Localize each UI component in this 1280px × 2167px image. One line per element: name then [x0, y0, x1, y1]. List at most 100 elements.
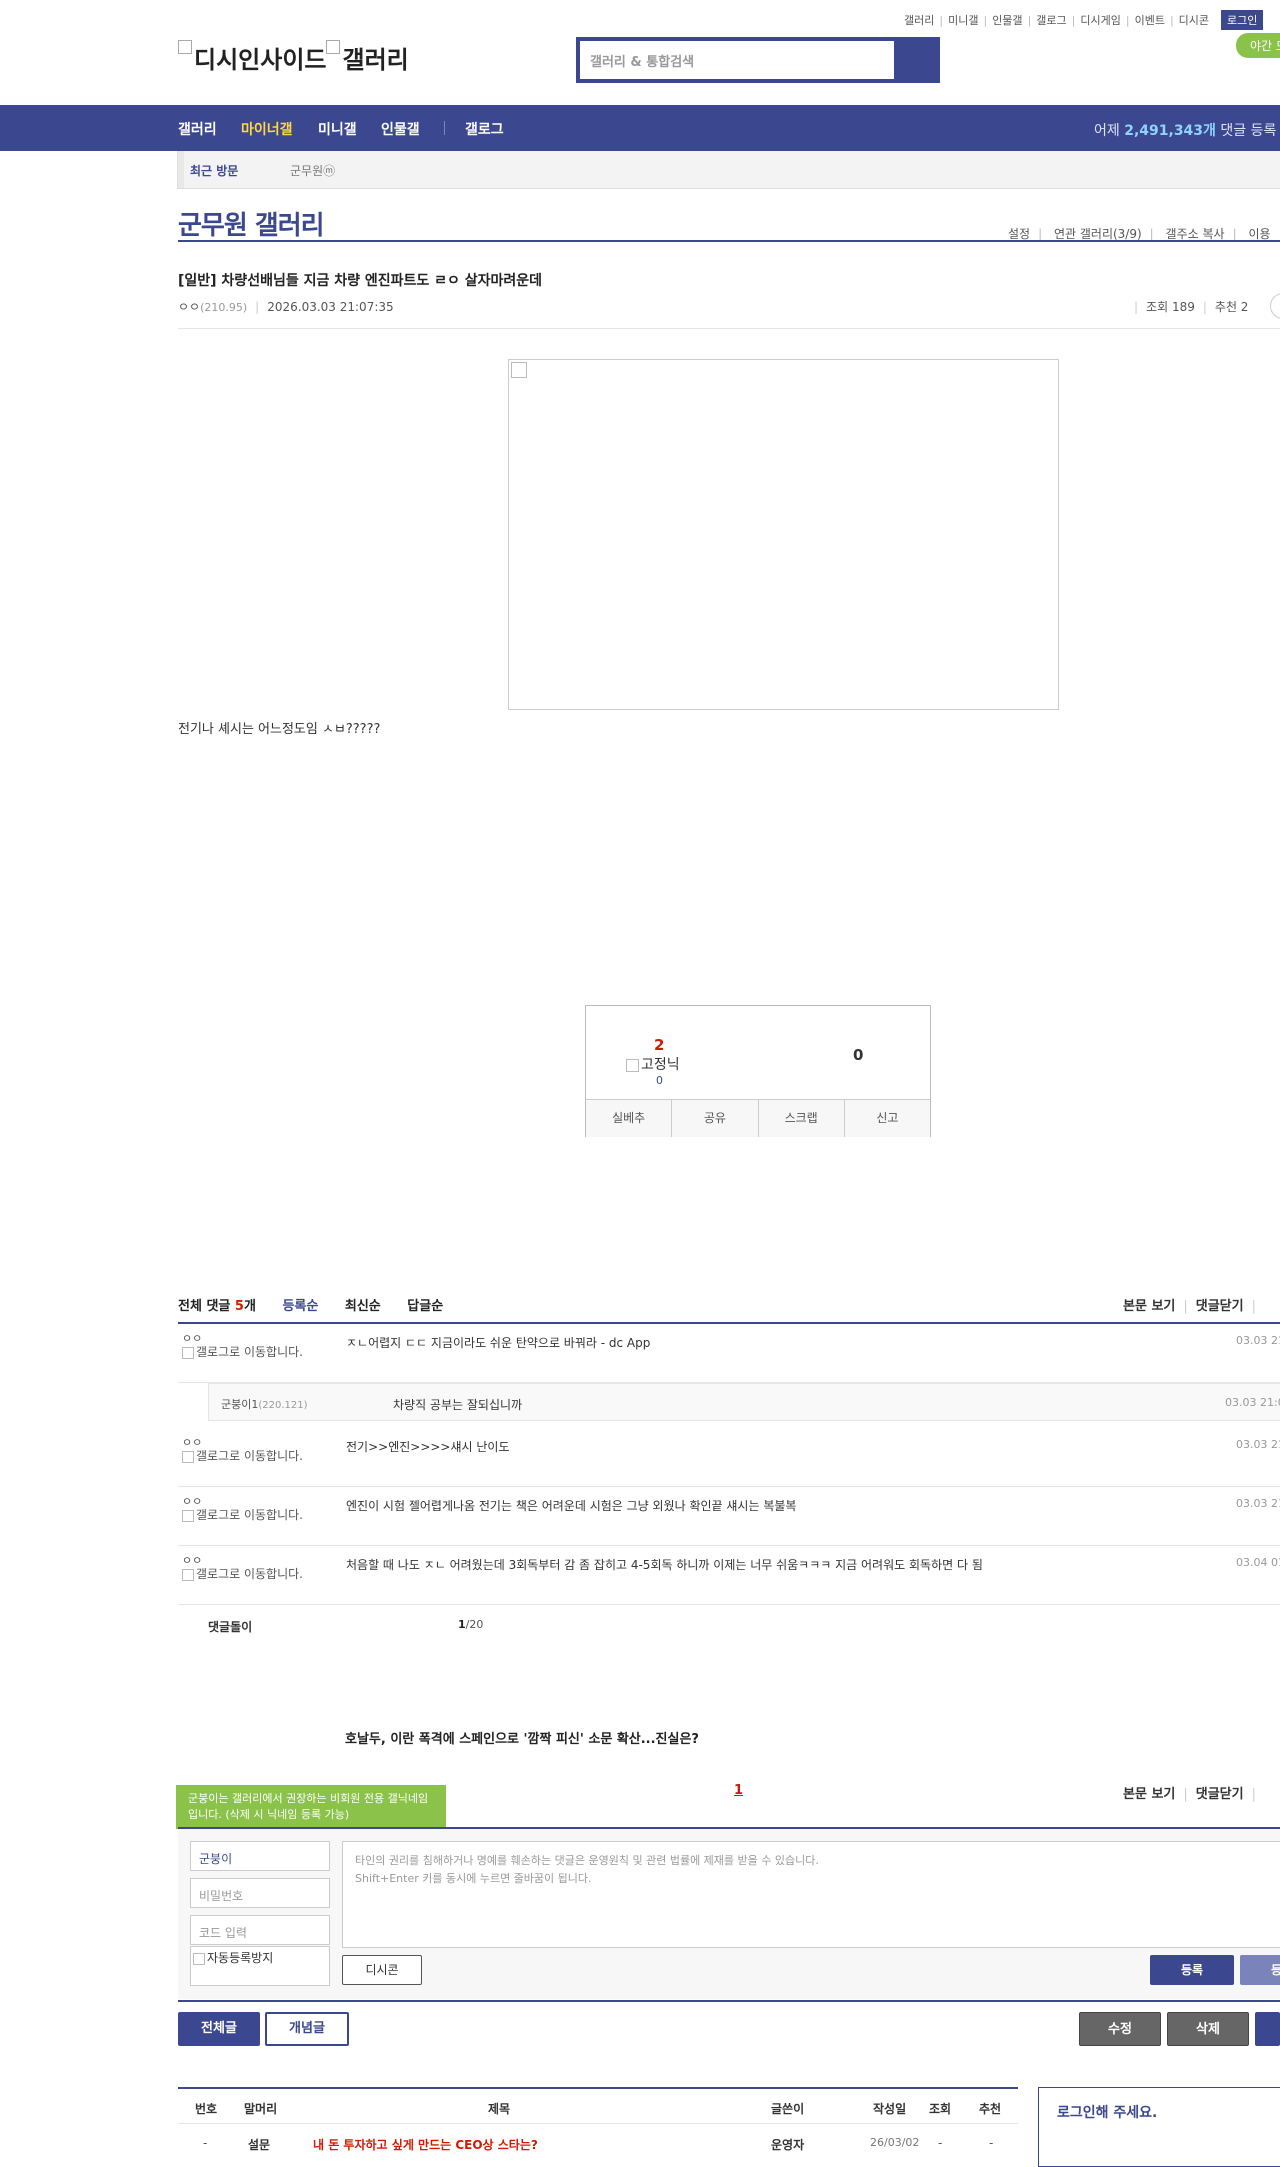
- recent-label: 최근 방문: [190, 164, 239, 178]
- vote-box: 2 고정닉 0 0 실베추 공유 스크랩 신고: [585, 1005, 931, 1137]
- list-divider: [178, 2087, 1018, 2089]
- upvote-count[interactable]: 2: [654, 1036, 664, 1054]
- concept-posts-button[interactable]: 개념글: [265, 2012, 349, 2046]
- sort-latest-tab[interactable]: 최신순: [345, 1299, 381, 1314]
- post-body-text: 전기나 셰시는 어느정도임 ㅅㅂ?????: [178, 722, 381, 737]
- stat-count: 2,491,343개: [1124, 123, 1216, 139]
- view-body-link[interactable]: 본문 보기: [1123, 1299, 1175, 1314]
- delete-button[interactable]: 삭제: [1167, 2012, 1249, 2046]
- comment-bot-page-current: 1: [458, 1618, 466, 1631]
- close-comments-link[interactable]: 댓글닫기: [1196, 1299, 1244, 1314]
- top-link-gallery[interactable]: 갤러리: [904, 12, 934, 28]
- comment-page-number[interactable]: 1: [734, 1783, 743, 1798]
- comment-nick[interactable]: ㅇㅇ: [182, 1552, 202, 1568]
- more-icon[interactable]: [1270, 293, 1280, 319]
- scrap-button[interactable]: 스크랩: [759, 1100, 845, 1137]
- gallog-link-image[interactable]: 갤로그로 이동합니다.: [182, 1346, 307, 1359]
- nav-person-gallery[interactable]: 인물갤: [381, 119, 420, 139]
- site-logo[interactable]: 디시인사이드 갤러리: [178, 40, 409, 75]
- comment-textarea[interactable]: 타인의 권리를 침해하거나 명예를 훼손하는 댓글은 운영원칙 및 관련 법률에…: [342, 1841, 1280, 1948]
- fixed-nick-image: 고정닉: [626, 1054, 680, 1074]
- write-button[interactable]: [1255, 2012, 1280, 2046]
- edit-button[interactable]: 수정: [1079, 2012, 1161, 2046]
- top-link-person[interactable]: 인물갤: [992, 12, 1022, 28]
- search-input[interactable]: 갤러리 & 통합검색: [580, 41, 894, 79]
- news-link[interactable]: 호날두, 이란 폭격에 스페인으로 '깜짝 피신' 소문 확산...진실은?: [345, 1728, 699, 1747]
- gallog-link-alt: 갤로그로 이동합니다.: [196, 1508, 303, 1522]
- top-link-dccon[interactable]: 디시콘: [1179, 12, 1209, 28]
- vote-actions: 실베추 공유 스크랩 신고: [586, 1099, 930, 1137]
- reply-item: 군붕이1(220.121) 차량직 공부는 잘되십니까 03.03 21:0: [208, 1383, 1280, 1421]
- top-link-mini[interactable]: 미니갤: [948, 12, 978, 28]
- reply-text: 차량직 공부는 잘되십니까: [393, 1398, 523, 1412]
- code-field[interactable]: 코드 입력: [190, 1915, 330, 1945]
- dccon-button[interactable]: 디시콘: [342, 1955, 422, 1985]
- top-link-game[interactable]: 디시게임: [1080, 12, 1120, 28]
- broken-image-icon: [193, 1952, 205, 1965]
- comment-nick[interactable]: ㅇㅇ: [182, 1434, 202, 1450]
- recent-gallery-link[interactable]: 군무원ⓜ: [290, 162, 335, 179]
- gallog-link-image[interactable]: 갤로그로 이동합니다.: [182, 1509, 307, 1522]
- comment-bot-page-total: /20: [465, 1618, 484, 1631]
- title-divider: [178, 240, 1280, 242]
- captcha-image[interactable]: 자동등록방지: [190, 1946, 330, 1986]
- post-image[interactable]: [508, 359, 1059, 710]
- copy-address-link[interactable]: 갤주소 복사: [1166, 227, 1225, 241]
- comment-item: ㅇㅇ 갤로그로 이동합니다. 처음할 때 나도 ㅈㄴ 어려웠는데 3회독부터 감…: [178, 1546, 1280, 1605]
- comment-total-label: 전체 댓글: [178, 1299, 231, 1314]
- broken-image-icon: [182, 1346, 194, 1359]
- reply-nick[interactable]: 군붕이1(220.121): [221, 1396, 308, 1412]
- gallery-settings-link[interactable]: 설정: [1008, 227, 1030, 241]
- login-button[interactable]: 로그인: [1221, 10, 1264, 30]
- recent-visits: 최근 방문 군무원ⓜ: [177, 151, 1280, 189]
- night-mode-button[interactable]: 야간 모드: [1236, 33, 1280, 58]
- share-button[interactable]: 공유: [672, 1100, 759, 1137]
- name-field[interactable]: 군붕이: [190, 1841, 330, 1871]
- nav-minor-gallery[interactable]: 마이너갤: [241, 119, 293, 139]
- search-button[interactable]: [896, 41, 936, 79]
- silbechu-button[interactable]: 실베추: [586, 1100, 673, 1137]
- logo-right-text: 갤러리: [342, 46, 409, 74]
- col-recommend: 추천: [979, 2102, 1002, 2116]
- register-recommend-button[interactable]: 등록: [1240, 1955, 1280, 1985]
- gallog-link-image[interactable]: 갤로그로 이동합니다.: [182, 1568, 307, 1581]
- login-box-title[interactable]: 로그인해 주세요.: [1057, 2102, 1157, 2122]
- top-link-gallog[interactable]: 갤로그: [1036, 12, 1066, 28]
- top-link-event[interactable]: 이벤트: [1135, 12, 1165, 28]
- related-gallery-link[interactable]: 연관 갤러리(3/9): [1054, 227, 1142, 241]
- broken-image-icon: [182, 1450, 194, 1463]
- password-field[interactable]: 비밀번호: [190, 1878, 330, 1908]
- comment-nick[interactable]: ㅇㅇ: [182, 1493, 202, 1509]
- reply-date: 03.03 21:0: [1225, 1396, 1280, 1409]
- report-button[interactable]: 신고: [845, 1100, 930, 1137]
- gallog-link-alt: 갤로그로 이동합니다.: [196, 1449, 303, 1463]
- close-comments-link[interactable]: 댓글닫기: [1196, 1787, 1244, 1802]
- bottom-divider: [178, 2000, 1280, 2002]
- comment-nick[interactable]: ㅇㅇ: [182, 1330, 202, 1346]
- comment-write-box: 군붕이 비밀번호 코드 입력 자동등록방지 타인의 권리를 침해하거나 명예를 …: [178, 1829, 1280, 1999]
- usage-link[interactable]: 이용: [1248, 227, 1270, 241]
- logo-left-text: 디시인사이드: [194, 46, 327, 74]
- post-title: [일반] 차량선배님들 지금 차량 엔진파트도 ㄹㅇ 살자마려운데: [178, 273, 543, 289]
- comment-stat: 어제 2,491,343개 댓글 등록: [1094, 120, 1276, 140]
- sort-registered-tab[interactable]: 등록순: [282, 1299, 318, 1314]
- comment-text: ㅈㄴ어렵지 ㄷㄷ 지금이라도 쉬운 탄약으로 바꿔라 - dc App: [346, 1336, 651, 1350]
- nav-divider: [444, 121, 445, 135]
- nav-mini-gallery[interactable]: 미니갤: [318, 119, 357, 139]
- register-button[interactable]: 등록: [1150, 1955, 1234, 1985]
- gallog-link-image[interactable]: 갤로그로 이동합니다.: [182, 1450, 307, 1463]
- sort-reply-tab[interactable]: 답글순: [407, 1299, 443, 1314]
- downvote-count[interactable]: 0: [853, 1046, 863, 1064]
- nav-gallog[interactable]: 갤로그: [465, 119, 504, 139]
- comment-unit: 개: [243, 1299, 256, 1314]
- search-box: 갤러리 & 통합검색: [576, 37, 940, 83]
- all-posts-button[interactable]: 전체글: [178, 2012, 260, 2046]
- view-body-link[interactable]: 본문 보기: [1123, 1787, 1175, 1802]
- post-author[interactable]: ㅇㅇ: [178, 300, 200, 314]
- comment-text: 처음할 때 나도 ㅈㄴ 어려웠는데 3회독부터 감 좀 잡히고 4-5회독 하니…: [346, 1558, 983, 1572]
- nav-gallery[interactable]: 갤러리: [178, 119, 217, 139]
- post-recommend: 추천 2: [1214, 300, 1249, 314]
- gallery-title[interactable]: 군무원 갤러리: [178, 205, 325, 242]
- broken-image-icon: [626, 1058, 639, 1072]
- top-links: 갤러리 | 미니갤 | 인물갤 | 갤로그 | 디시게임 | 이벤트 | 디시콘 로그인: [904, 10, 1264, 30]
